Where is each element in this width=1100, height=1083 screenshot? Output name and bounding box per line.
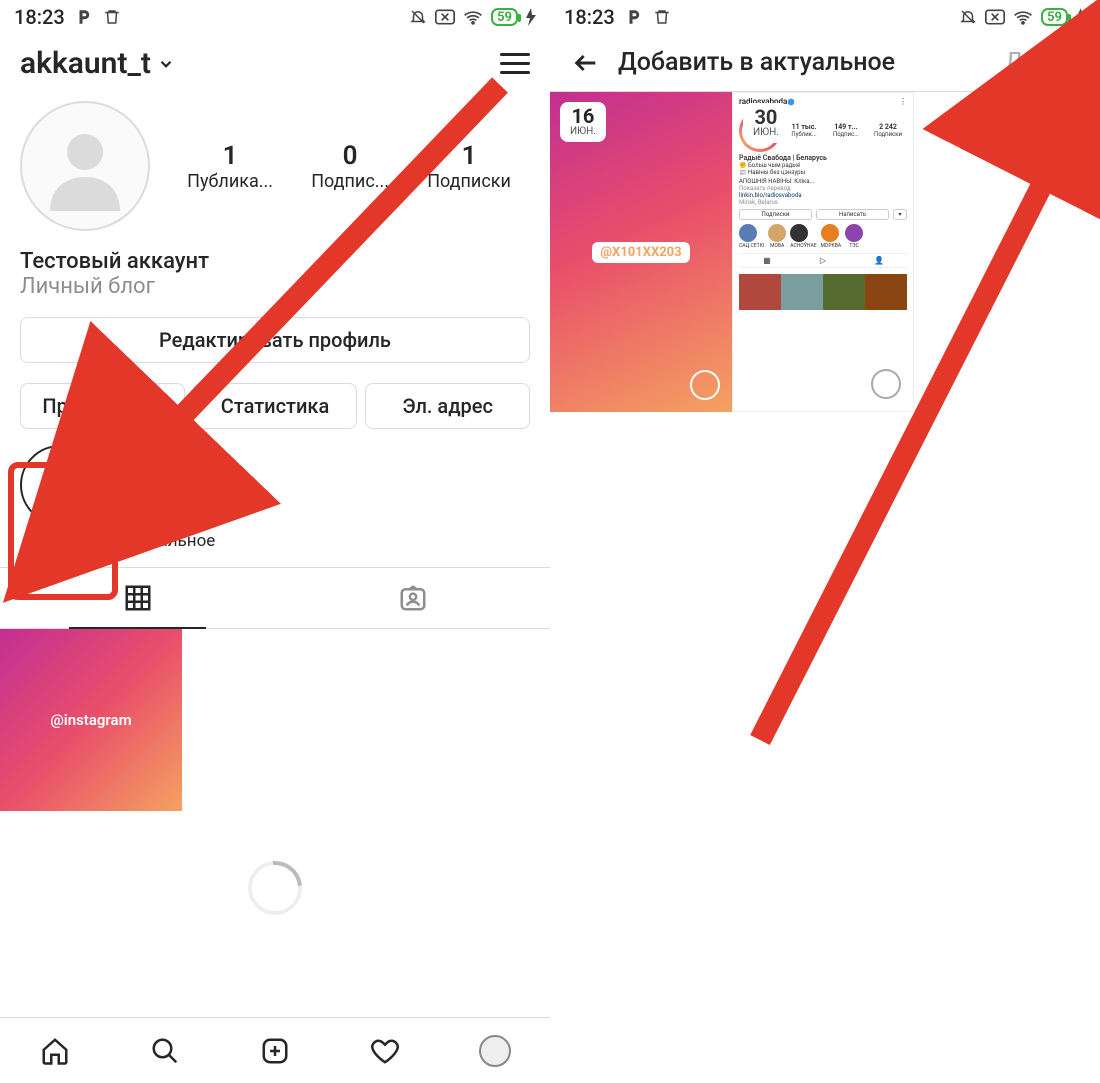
- plus-box-icon: [260, 1036, 290, 1066]
- profile-stats: 1 Публика... 0 Подпис... 1 Подписки: [168, 141, 530, 192]
- parking-icon: [625, 8, 643, 26]
- post-thumbnail[interactable]: @instagram: [0, 629, 182, 811]
- loading-spinner: [237, 850, 313, 926]
- tagged-icon: [398, 583, 428, 613]
- bell-off-icon: [959, 8, 977, 26]
- heart-icon: [370, 1036, 400, 1066]
- highlight-item[interactable]: Актуальное: [122, 445, 215, 551]
- posts-grid: @instagram: [0, 629, 550, 811]
- profile-bio: Тестовый аккаунт Личный блог: [20, 249, 530, 299]
- highlights-row: Добавить Актуальное: [0, 429, 550, 567]
- wifi-icon: [463, 9, 483, 25]
- avatar[interactable]: [20, 101, 150, 231]
- profile-tabs: [0, 567, 550, 629]
- back-icon[interactable]: [572, 49, 600, 77]
- story-thumbnail[interactable]: 30 ИЮН. radiosvaboda ⋮ 11 тыс.Публик... …: [732, 92, 914, 412]
- email-button[interactable]: Эл. адрес: [365, 383, 530, 429]
- nav-avatar-icon: [479, 1035, 511, 1067]
- parking-icon: [75, 8, 93, 26]
- profile-section: 1 Публика... 0 Подпис... 1 Подписки Тест…: [0, 93, 550, 299]
- display-name: Тестовый аккаунт: [20, 249, 530, 274]
- profile-header: akkaunt_t: [0, 34, 550, 93]
- highlight-add[interactable]: Добавить: [20, 445, 100, 551]
- stat-posts[interactable]: 1 Публика...: [187, 141, 273, 192]
- selection-circle[interactable]: [871, 369, 901, 399]
- profile-screen: 18:23 59 akkaunt_t 1: [0, 0, 550, 1083]
- story-picker-grid: 16 ИЮН. @X101XX203 30 ИЮН. radiosvaboda …: [550, 92, 1100, 412]
- selection-circle[interactable]: [690, 370, 720, 400]
- stat-followers[interactable]: 0 Подпис...: [311, 141, 389, 192]
- nav-home[interactable]: [38, 1034, 72, 1068]
- battery-indicator: 59: [491, 8, 518, 26]
- stats-button[interactable]: Статистика: [193, 383, 358, 429]
- nav-search[interactable]: [148, 1034, 182, 1068]
- grid-icon: [123, 583, 153, 613]
- charging-icon: [526, 8, 536, 26]
- wifi-icon: [1013, 9, 1033, 25]
- menu-dots-icon: ⋮: [899, 97, 907, 106]
- search-icon: [150, 1036, 180, 1066]
- screen-title: Добавить в актуальное: [618, 48, 987, 77]
- verified-icon: [787, 98, 795, 106]
- home-icon: [40, 1036, 70, 1066]
- status-time: 18:23: [14, 5, 65, 29]
- username-label: akkaunt_t: [20, 46, 151, 81]
- category-label: Личный блог: [20, 274, 530, 299]
- nav-profile[interactable]: [478, 1034, 512, 1068]
- edit-profile-button[interactable]: Редактировать профиль: [20, 317, 530, 363]
- tab-tagged[interactable]: [275, 568, 550, 628]
- plus-icon: [42, 467, 78, 503]
- promo-button[interactable]: Промоакции: [20, 383, 185, 429]
- username-switcher[interactable]: akkaunt_t: [20, 46, 175, 81]
- default-avatar-icon: [35, 116, 135, 216]
- close-box-icon: [985, 9, 1005, 25]
- status-bar: 18:23 59: [0, 0, 550, 34]
- mention-sticker: @X101XX203: [592, 242, 689, 263]
- highlight-add-label: Добавить: [20, 531, 100, 551]
- charging-icon: [1076, 8, 1086, 26]
- chevron-down-icon: [157, 55, 175, 73]
- story-date-badge: 16 ИЮН.: [560, 102, 606, 142]
- next-button[interactable]: Далее: [1005, 48, 1078, 77]
- story-date-badge: 30 ИЮН.: [743, 103, 789, 143]
- battery-indicator: 59: [1041, 8, 1068, 26]
- tab-grid[interactable]: [0, 568, 275, 628]
- status-bar: 18:23 59: [550, 0, 1100, 34]
- highlight-item-label: Актуальное: [122, 531, 215, 551]
- post-caption: @instagram: [50, 711, 131, 729]
- trash-icon: [653, 8, 671, 26]
- status-time: 18:23: [564, 5, 615, 29]
- trash-icon: [103, 8, 121, 26]
- stat-following[interactable]: 1 Подписки: [427, 141, 511, 192]
- nav-activity[interactable]: [368, 1034, 402, 1068]
- menu-button[interactable]: [500, 53, 530, 74]
- bottom-nav: [0, 1017, 550, 1083]
- story-thumbnail[interactable]: 16 ИЮН. @X101XX203: [550, 92, 732, 412]
- screen-header: Добавить в актуальное Далее: [550, 34, 1100, 92]
- bell-off-icon: [409, 8, 427, 26]
- add-to-highlights-screen: 18:23 59 Добавить в актуальное Далее 16 …: [550, 0, 1100, 1083]
- nav-create[interactable]: [258, 1034, 292, 1068]
- close-box-icon: [435, 9, 455, 25]
